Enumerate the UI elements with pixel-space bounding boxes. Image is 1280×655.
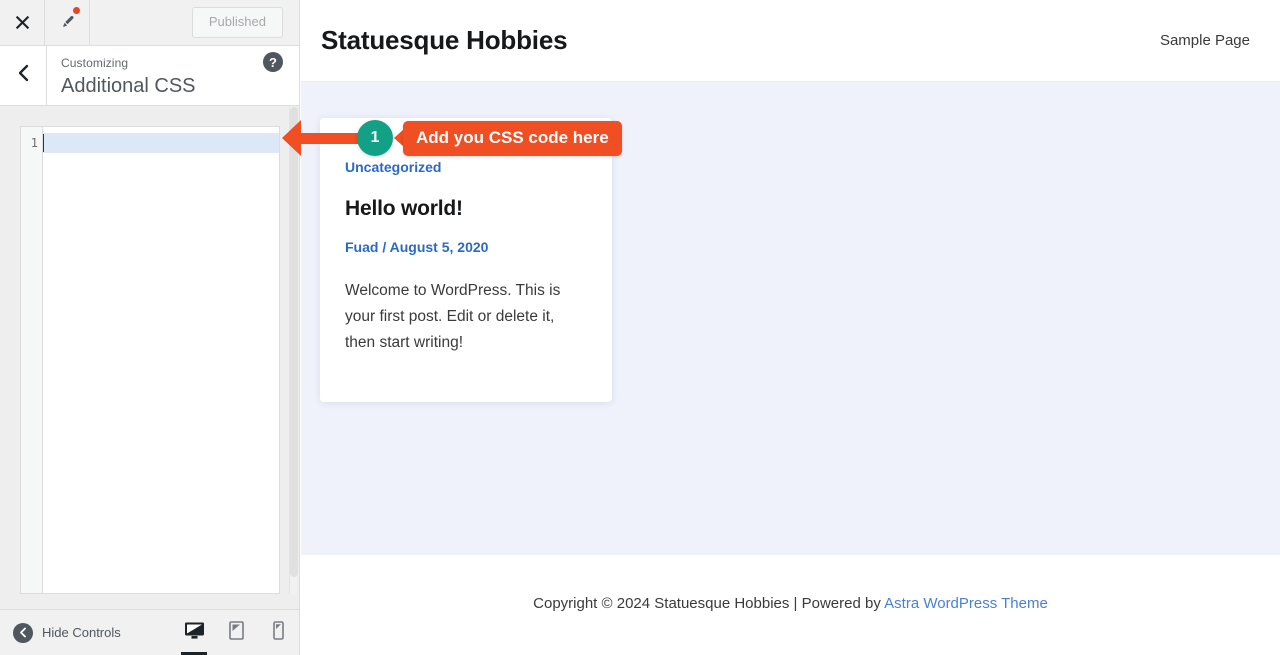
desktop-monitor-icon xyxy=(184,621,205,645)
annotation-step-badge: 1 xyxy=(357,120,393,156)
arrow-left-circle-icon xyxy=(13,622,33,643)
customizer-sidebar: Published Customizing Additional CSS ? 1 xyxy=(0,0,300,655)
annotation-arrow-shaft xyxy=(300,132,360,144)
site-preview-frame[interactable]: Statuesque Hobbies Sample Page Uncategor… xyxy=(301,0,1280,655)
post-card: Uncategorized Hello world! Fuad / August… xyxy=(320,118,612,402)
css-code-editor[interactable]: 1 xyxy=(20,126,280,594)
editor-code-area[interactable] xyxy=(43,127,279,593)
close-customizer-button[interactable] xyxy=(0,0,45,45)
post-author-link[interactable]: Fuad xyxy=(345,239,378,255)
section-title: Additional CSS xyxy=(61,75,196,97)
customizer-screen: Published Customizing Additional CSS ? 1 xyxy=(0,0,1280,655)
post-excerpt: Welcome to WordPress. This is your first… xyxy=(345,282,561,351)
post-meta-separator: / xyxy=(378,239,390,255)
close-x-icon xyxy=(15,15,30,30)
post-category-link[interactable]: Uncategorized xyxy=(345,158,441,176)
sidebar-scrollbar-track[interactable] xyxy=(289,107,298,594)
post-date-link[interactable]: August 5, 2020 xyxy=(390,239,489,255)
customizer-bottom-bar: Hide Controls xyxy=(0,609,299,655)
annotation-label: Add you CSS code here xyxy=(403,120,622,156)
annotation-arrow-head-icon xyxy=(282,120,301,156)
footer-theme-link[interactable]: Astra WordPress Theme xyxy=(884,595,1048,612)
site-primary-nav: Sample Page xyxy=(1160,32,1250,50)
editor-active-line[interactable] xyxy=(43,133,279,153)
annotation-callout-1: 1 Add you CSS code here xyxy=(282,120,622,156)
sidebar-scrollbar-thumb[interactable] xyxy=(290,107,298,577)
paintbrush-icon xyxy=(59,14,76,31)
section-header-text: Customizing Additional CSS ? xyxy=(47,46,299,105)
site-title[interactable]: Statuesque Hobbies xyxy=(321,25,568,56)
customizer-section-header: Customizing Additional CSS ? xyxy=(0,46,299,106)
changeset-brush-button[interactable] xyxy=(45,0,90,45)
device-desktop-button[interactable] xyxy=(173,610,215,655)
publish-button[interactable]: Published xyxy=(191,7,283,38)
device-preview-group xyxy=(173,610,299,655)
section-back-button[interactable] xyxy=(0,46,47,105)
post-meta: Fuad / August 5, 2020 xyxy=(345,238,587,256)
help-question-icon[interactable]: ? xyxy=(263,52,283,72)
chevron-left-icon xyxy=(17,64,30,87)
changeset-notification-dot xyxy=(73,7,80,14)
hide-controls-button[interactable]: Hide Controls xyxy=(13,622,121,643)
customizer-topbar: Published xyxy=(0,0,299,46)
text-caret xyxy=(43,134,44,152)
mobile-phone-icon xyxy=(272,620,284,645)
device-tablet-button[interactable] xyxy=(215,610,257,655)
device-mobile-button[interactable] xyxy=(257,610,299,655)
nav-item-sample-page[interactable]: Sample Page xyxy=(1160,32,1250,49)
site-header: Statuesque Hobbies Sample Page xyxy=(301,0,1280,82)
footer-copyright-text: Copyright © 2024 Statuesque Hobbies | Po… xyxy=(533,595,885,612)
line-number: 1 xyxy=(30,136,38,150)
site-footer: Copyright © 2024 Statuesque Hobbies | Po… xyxy=(301,555,1280,655)
footer-copyright: Copyright © 2024 Statuesque Hobbies | Po… xyxy=(533,595,1048,612)
post-title[interactable]: Hello world! xyxy=(345,195,587,222)
hide-controls-label: Hide Controls xyxy=(42,625,121,640)
tablet-icon xyxy=(228,620,244,645)
editor-line-gutter: 1 xyxy=(21,127,43,593)
